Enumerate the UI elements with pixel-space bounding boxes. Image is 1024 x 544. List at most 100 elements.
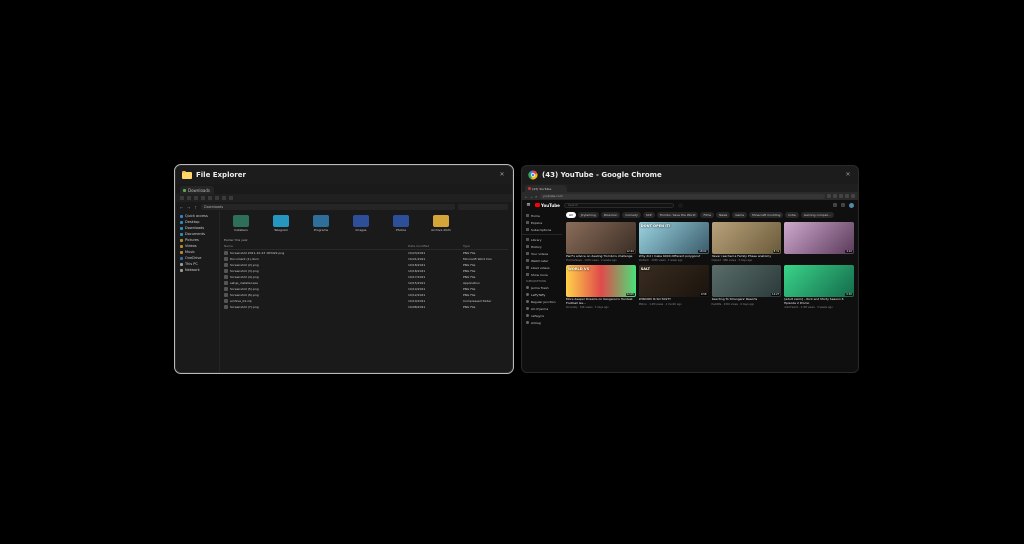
nav-button[interactable]: → [530, 195, 533, 198]
yt-subscription-item[interactable]: Regular Junction [522, 298, 562, 305]
fe-path[interactable]: Downloads [201, 204, 455, 210]
fe-folder[interactable]: Archive 2021 [426, 215, 456, 232]
yt-chip[interactable]: Gaming compet… [801, 212, 834, 218]
yt-video-card[interactable]: 4:10 [784, 222, 854, 262]
yt-video-card[interactable]: SALT0:58WISDOM IS SO TASTYMilkno · 1.2M … [639, 265, 709, 309]
yt-chip[interactable]: Minecraft modding [749, 212, 783, 218]
yt-chip[interactable]: Trombo: Save the World [657, 212, 699, 218]
yt-chip[interactable]: Indie [785, 212, 798, 218]
close-button[interactable]: ✕ [497, 169, 507, 179]
fe-folder[interactable]: Images [346, 215, 376, 232]
fe-toolbar-button[interactable] [222, 196, 226, 200]
channel-avatar-icon [526, 321, 529, 324]
yt-video-title: Why did I make 6000 different polygons? [639, 255, 709, 258]
nav-button[interactable]: ↑ [194, 205, 198, 209]
hamburger-icon[interactable]: ≡ [526, 203, 531, 208]
mic-icon[interactable] [678, 203, 683, 208]
nav-button[interactable]: → [187, 205, 191, 209]
yt-sidebar-item[interactable]: Subscriptions [522, 226, 562, 233]
yt-chip[interactable]: Comedy [622, 212, 640, 218]
fe-sidebar-label: Network [185, 268, 200, 272]
yt-chip[interactable]: SCP [643, 212, 655, 218]
col-date[interactable]: Date modified [408, 244, 463, 248]
channel-name: Aldrag [531, 321, 541, 325]
youtube-logo[interactable]: YouTube [535, 203, 560, 208]
yt-subscription-item[interactable]: All of Jerma [522, 305, 562, 312]
extension-icon[interactable] [851, 194, 855, 198]
yt-chip[interactable]: JCylaming [578, 212, 599, 218]
file-explorer-tab[interactable]: Downloads [180, 186, 214, 194]
taskview-card-chrome[interactable]: (43) YouTube - Google Chrome✕(43) YouTub… [521, 165, 859, 373]
yt-subscription-item[interactable]: LaffyTaffy [522, 291, 562, 298]
taskview-card-file-explorer[interactable]: File Explorer✕Downloads←→↑DownloadsQuick… [175, 165, 513, 373]
yt-sidebar-item[interactable]: Watch later [522, 257, 562, 264]
fe-toolbar-button[interactable] [201, 196, 205, 200]
yt-video-card[interactable]: WORLD VS22:05More deeper Dreams on Kanga… [566, 265, 636, 309]
yt-sidebar-item[interactable]: Explore [522, 219, 562, 226]
fe-content: Installers Telegram Programs Images Photos Ar… [220, 211, 512, 372]
col-type[interactable]: Type [463, 244, 508, 248]
yt-subscription-item[interactable]: nsfwjynx [522, 312, 562, 319]
file-type: PNG File [463, 263, 508, 267]
yt-chip[interactable]: News [716, 212, 730, 218]
channel-name: All of Jerma [531, 307, 548, 311]
youtube-search[interactable]: Search [564, 203, 674, 208]
fe-toolbar-button[interactable] [208, 196, 212, 200]
fe-search[interactable] [458, 204, 508, 210]
file-type: Compressed folder [463, 299, 508, 303]
nav-button[interactable]: ← [180, 205, 184, 209]
fe-folder[interactable]: Photos [386, 215, 416, 232]
youtube-favicon [528, 187, 531, 190]
yt-subscription-item[interactable]: Jerma Trash [522, 284, 562, 291]
nav-button[interactable]: ⟳ [535, 195, 538, 198]
yt-sidebar-item[interactable]: Home [522, 212, 562, 219]
fe-toolbar-button[interactable] [180, 196, 184, 200]
yt-duration: 14:27 [771, 293, 780, 296]
fe-sidebar-item[interactable]: Network [176, 267, 219, 273]
yt-sidebar-item[interactable]: Library [522, 236, 562, 243]
fe-folder[interactable]: Installers [226, 215, 256, 232]
fe-toolbar-button[interactable] [194, 196, 198, 200]
url-field[interactable]: youtube.com [540, 194, 825, 199]
notifications-icon[interactable] [841, 203, 845, 207]
fe-toolbar-button[interactable] [215, 196, 219, 200]
col-name[interactable]: Name [224, 244, 408, 248]
extension-icon[interactable] [845, 194, 849, 198]
yt-video-card[interactable]: 0:30[adult swim] – Rick and Morty Season… [784, 265, 854, 309]
folder-icon [353, 215, 369, 227]
yt-chip[interactable]: Game [732, 212, 747, 218]
extension-icon[interactable] [833, 194, 837, 198]
yt-sidebar-item[interactable]: History [522, 243, 562, 250]
yt-chip[interactable]: Pokemon [601, 212, 621, 218]
file-date: 10/15/2021 [408, 281, 463, 285]
fe-toolbar-button[interactable] [187, 196, 191, 200]
yt-video-card[interactable]: 8:31Never reached a Family Phase anatomy… [712, 222, 782, 262]
sidebar-item-label: Library [531, 238, 542, 242]
yt-video-card[interactable]: DONT OPEN IT!18:02Why did I make 6000 di… [639, 222, 709, 262]
folder-icon [180, 239, 183, 242]
sidebar-item-icon [526, 228, 529, 231]
fe-folder[interactable]: Telegram [266, 215, 296, 232]
yt-subscription-item[interactable]: Aldrag [522, 319, 562, 326]
avatar[interactable] [849, 203, 854, 208]
nav-button[interactable]: ← [525, 195, 528, 198]
yt-video-card[interactable]: 14:27Reacting To Strangers' ResortsItsAl… [712, 265, 782, 309]
extension-icon[interactable] [827, 194, 831, 198]
yt-sidebar-item[interactable]: Liked videos [522, 264, 562, 271]
yt-sidebar-item[interactable]: Your videos [522, 250, 562, 257]
yt-chip[interactable]: Films [700, 212, 714, 218]
fe-file-row[interactable]: Screenshot (7).png10/08/2021PNG File [224, 304, 508, 310]
yt-video-title: WISDOM IS SO TASTY [639, 298, 709, 301]
fe-folder[interactable]: Programs [306, 215, 336, 232]
extension-icon[interactable] [839, 194, 843, 198]
fe-toolbar-button[interactable] [229, 196, 233, 200]
yt-sidebar-item[interactable]: Show more [522, 271, 562, 278]
file-icon [224, 269, 228, 273]
file-type: Microsoft Word Doc [463, 257, 508, 261]
yt-video-card[interactable]: 12:44Pwrf's advice on dealing Trombo's c… [566, 222, 636, 262]
browser-tab[interactable]: (43) YouTube [525, 185, 567, 192]
sidebar-item-icon [526, 214, 529, 217]
yt-chip[interactable]: All [566, 212, 576, 218]
close-button[interactable]: ✕ [843, 169, 853, 179]
create-icon[interactable] [833, 203, 837, 207]
